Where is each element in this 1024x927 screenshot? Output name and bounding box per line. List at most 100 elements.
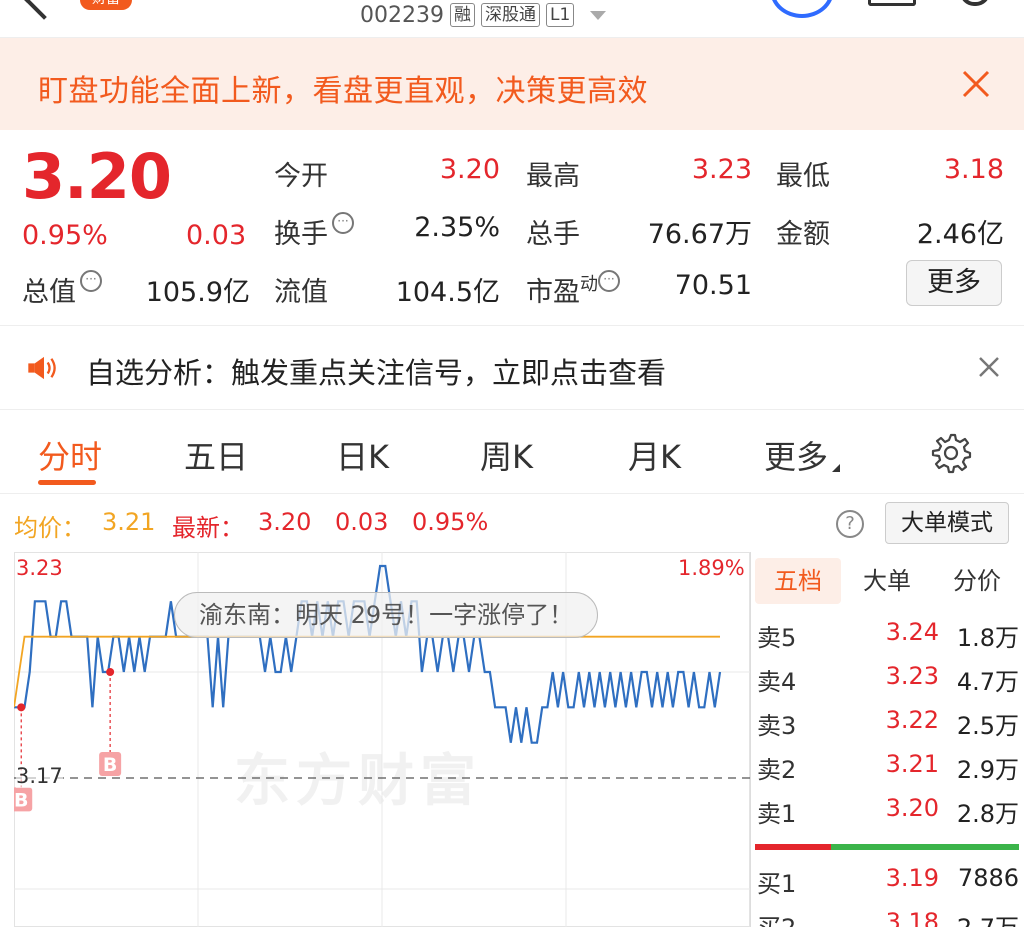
avg-label: 均价： [14,514,86,542]
open-label: 今开 [274,161,328,192]
news-ticker[interactable]: 渝东南：明天 29号！一字涨停了！ [174,592,599,638]
turnover-label-wrap[interactable]: 换手 ··· [274,212,354,251]
last-price: 3.20 [22,140,172,213]
mktcap-label: 总值 [22,277,76,308]
buy-ratio [831,844,1019,850]
volume-value: 76.67万 [647,219,752,250]
bid-row[interactable]: 买2 3.18 2.7万 [751,908,1024,927]
analysis-alert[interactable]: 自选分析：触发重点关注信号，立即点击查看 [0,326,1024,410]
search-icon[interactable] [960,0,990,6]
order-book: 五档 大单 分价 卖5 3.24 1.8万 卖4 3.23 4.7万 卖3 3.… [750,552,1024,927]
tab-weekly-k[interactable]: 周K [480,432,533,478]
turnover-label: 换手 [274,219,328,250]
latest-label: 最新： [172,514,244,542]
ask-volume: 4.7万 [956,668,1019,696]
float-label: 流值 [274,277,328,308]
indicator-row: 均价： 3.21 最新： 3.20 0.03 0.95% ? 大单模式 [0,494,1024,552]
volume-label: 总手 [526,219,580,250]
pe-value: 70.51 [674,270,752,301]
tag-margin: 融 [449,3,475,27]
stock-code: 002239 [360,2,444,28]
ask-row[interactable]: 卖3 3.22 2.5万 [751,706,1024,746]
open-value: 3.20 [439,154,500,185]
ask-name: 卖1 [757,800,797,828]
add-watchlist-icon[interactable] [770,0,834,18]
tab-intraday[interactable]: 分时 [38,432,102,478]
amount-label: 金额 [776,219,830,250]
tab-daily-k[interactable]: 日K [336,432,389,478]
buy-marker: B [99,752,122,776]
ask-price: 3.23 [885,662,939,690]
intraday-chart[interactable]: 东方财富 BB 3.23 1.89% 3.17 渝东南：明天 29号！一字涨停了… [14,552,750,927]
share-icon[interactable] [868,0,916,6]
active-tab-indicator [38,480,96,485]
latest-change: 0.03 [335,508,389,536]
back-icon[interactable] [24,0,64,20]
more-button[interactable]: 更多 [906,260,1002,306]
info-icon[interactable]: ··· [332,212,354,234]
help-icon[interactable]: ? [836,510,864,538]
alert-text: 自选分析：触发重点关注信号，立即点击查看 [86,356,667,390]
buy-marker-label: B [14,789,28,811]
ask-row[interactable]: 卖4 3.23 4.7万 [751,662,1024,702]
low-value: 3.18 [943,154,1004,185]
buy-marker-dot [106,668,115,676]
buy-marker: B [14,787,33,811]
ask-price: 3.21 [885,750,939,778]
ask-price: 3.24 [885,618,939,646]
chevron-down-icon[interactable] [590,10,607,20]
ask-name: 卖3 [757,712,797,740]
ask-name: 卖2 [757,756,797,784]
latest-value: 3.20 [258,508,312,536]
stock-code-area[interactable]: 002239 融 深股通 L1 [360,0,607,30]
ask-row[interactable]: 卖2 3.21 2.9万 [751,750,1024,790]
banner-text: 盯盘功能全面上新，看盘更直观，决策更高效 [38,74,648,109]
close-icon[interactable] [978,356,1000,378]
latest-change-pct: 0.95% [412,508,489,536]
low-label: 最低 [776,161,830,192]
order-book-tabs: 五档 大单 分价 [751,558,1024,604]
bid-volume: 2.7万 [939,908,1019,927]
ask-volume: 2.9万 [956,756,1019,784]
pe-sup: 动 [580,274,598,295]
high-value: 3.23 [691,154,752,185]
ask-name: 卖5 [757,624,797,652]
speaker-icon [28,356,56,380]
ask-row[interactable]: 卖5 3.24 1.8万 [751,618,1024,658]
buy-sell-ratio-bar [755,844,1019,850]
tab-monthly-k[interactable]: 月K [628,432,681,478]
ask-volume: 2.5万 [956,712,1019,740]
tag-level: L1 [545,3,575,27]
change-amount: 0.03 [186,220,247,251]
mktcap-label-wrap[interactable]: 总值 ··· [22,270,102,309]
app-logo: 财富 [80,0,132,10]
amount-value: 2.46亿 [916,219,1004,250]
big-order-mode-button[interactable]: 大单模式 [885,502,1009,544]
high-label: 最高 [526,161,580,192]
close-icon[interactable] [960,68,992,100]
tab-five-levels[interactable]: 五档 [755,558,841,604]
tab-five-day[interactable]: 五日 [184,432,248,478]
caret-icon [832,456,841,472]
bid-price: 3.18 [885,908,939,927]
tab-more[interactable]: 更多 [764,432,841,478]
sell-ratio [755,844,831,850]
tab-big-orders[interactable]: 大单 [847,558,927,604]
bid-name: 买2 [757,908,796,927]
info-icon[interactable]: ··· [598,270,620,292]
tag-connect: 深股通 [480,3,540,27]
promo-banner[interactable]: 盯盘功能全面上新，看盘更直观，决策更高效 [0,38,1024,130]
base-price-label: 3.17 [16,764,63,788]
pe-label: 市盈 [526,277,580,308]
ask-volume: 1.8万 [956,624,1019,652]
turnover-value: 2.35% [414,212,500,243]
bid-row[interactable]: 买1 3.19 7886 [751,864,1024,904]
ask-row[interactable]: 卖1 3.20 2.8万 [751,794,1024,834]
pe-label-wrap[interactable]: 市盈动 ··· [526,270,620,309]
info-icon[interactable]: ··· [80,270,102,292]
top-pct-label: 1.89% [678,556,745,580]
buy-marker-dot [17,703,26,712]
gear-icon[interactable] [930,432,972,474]
tab-price-dist[interactable]: 分价 [935,558,1019,604]
change-percent: 0.95% [22,220,108,251]
